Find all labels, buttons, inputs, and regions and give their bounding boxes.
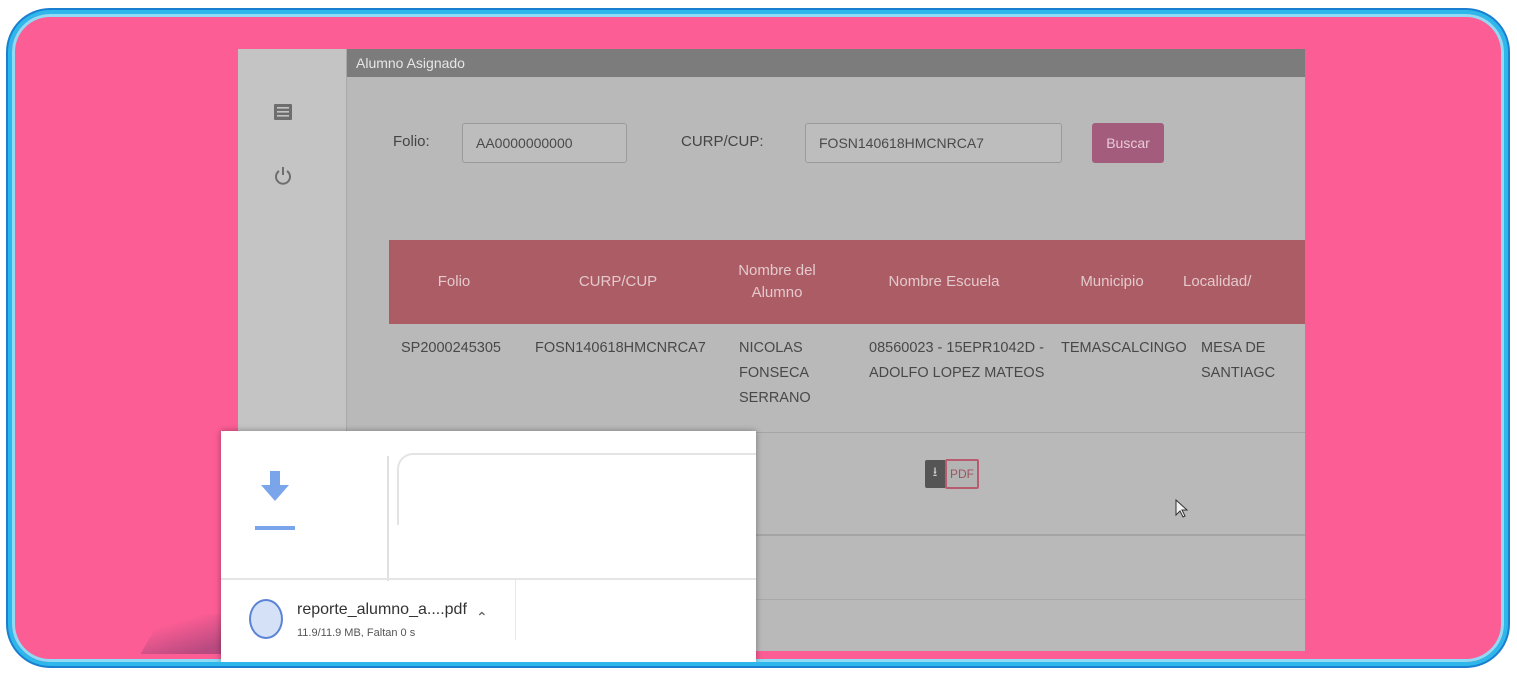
folio-label: Folio: [393, 133, 430, 150]
cell-municipio: TEMASCALCINGO [1061, 340, 1187, 356]
chevron-up-icon[interactable]: ⌃ [476, 609, 488, 626]
file-icon [249, 599, 283, 639]
cell-nombre-escuela: 08560023 - 15EPR1042D - ADOLFO LOPEZ MAT… [869, 340, 1045, 381]
list-icon[interactable] [274, 104, 292, 125]
col-nombre-escuela: Nombre Escuela [888, 273, 1000, 290]
downloads-popup: reporte_alumno_a....pdf 11.9/11.9 MB, Fa… [221, 431, 756, 662]
cell-nombre-alumno: NICOLAS FONSECA SERRANO [739, 340, 811, 406]
download-bar [255, 526, 295, 530]
downloads-card [397, 453, 756, 525]
curp-label: CURP/CUP: [681, 133, 764, 150]
download-icon[interactable]: ⭳ [925, 460, 945, 488]
curp-input[interactable]: FOSN140618HMCNRCA7 [805, 123, 1062, 163]
download-arrow-icon [255, 467, 295, 512]
col-nombre-alumno: Nombre del Alumno [738, 262, 816, 301]
download-status: 11.9/11.9 MB, Faltan 0 s [297, 627, 416, 637]
col-localidad: Localidad/ [1183, 273, 1252, 290]
downloads-item-divider [515, 580, 516, 640]
col-municipio: Municipio [1080, 273, 1144, 290]
downloads-divider [387, 456, 389, 581]
cell-folio: SP2000245305 [401, 340, 501, 356]
table-row: SP2000245305 FOSN140618HMCNRCA7 NICOLAS … [389, 324, 1305, 433]
cell-curp: FOSN140618HMCNRCA7 [535, 340, 706, 356]
screenshot-frame: Alumno Asignado Folio: AA0000000000 CURP… [8, 10, 1508, 666]
col-curp: CURP/CUP [578, 273, 658, 290]
pdf-button[interactable]: PDF [945, 459, 979, 489]
downloads-separator [221, 578, 756, 580]
cell-localidad: MESA DE SANTIAGC [1201, 340, 1276, 381]
buscar-button[interactable]: Buscar [1092, 123, 1164, 163]
download-file-name[interactable]: reporte_alumno_a....pdf [297, 601, 467, 619]
power-icon[interactable] [274, 166, 292, 191]
folio-input[interactable]: AA0000000000 [462, 123, 627, 163]
mouse-cursor-icon [1175, 498, 1189, 524]
panel-title: Alumno Asignado [347, 49, 1305, 77]
col-folio: Folio [437, 273, 471, 290]
table-header: Folio CURP/CUP Nombre del Alumno Nombre … [389, 240, 1305, 324]
